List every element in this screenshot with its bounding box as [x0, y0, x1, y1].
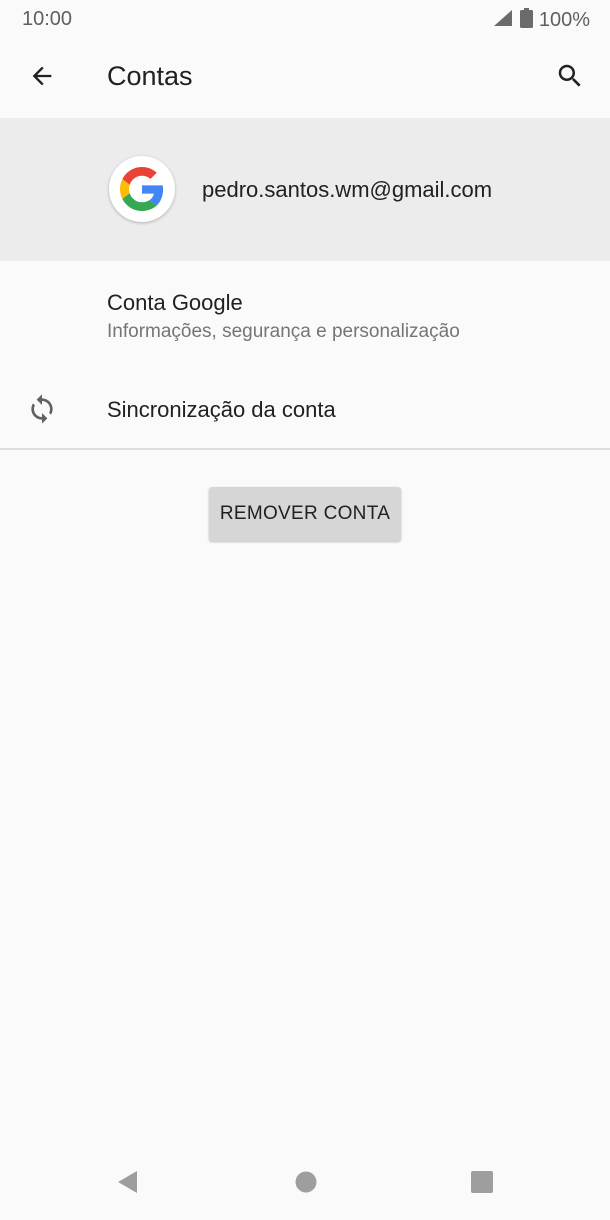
- account-header: pedro.santos.wm@gmail.com: [0, 118, 610, 261]
- battery-icon: [519, 8, 533, 33]
- remove-account-button[interactable]: REMOVER CONTA: [209, 487, 401, 541]
- status-time: 10:00: [22, 8, 73, 30]
- status-bar: 10:00 100%: [0, 0, 610, 40]
- google-logo-icon: [109, 156, 175, 222]
- battery-percentage: 100%: [538, 9, 590, 31]
- list-item-google-account[interactable]: Conta Google Informações, segurança e pe…: [0, 262, 610, 362]
- search-button[interactable]: [546, 54, 594, 102]
- sync-icon: [26, 393, 58, 425]
- navigation-bar: [0, 1148, 610, 1220]
- nav-back-button[interactable]: [104, 1160, 152, 1208]
- divider: [0, 448, 610, 450]
- nav-recents-icon: [470, 1170, 494, 1199]
- arrow-back-icon: [28, 62, 56, 95]
- nav-home-icon: [294, 1170, 318, 1199]
- back-button[interactable]: [18, 54, 66, 102]
- page-title: Contas: [107, 61, 193, 91]
- item-title: Sincronização da conta: [107, 397, 336, 422]
- status-icons: 100%: [492, 8, 590, 33]
- nav-back-icon: [115, 1169, 141, 1200]
- account-email: pedro.santos.wm@gmail.com: [202, 177, 493, 202]
- app-bar: Contas: [0, 40, 610, 118]
- nav-home-button[interactable]: [282, 1160, 330, 1208]
- item-subtitle: Informações, segurança e personalização: [107, 321, 460, 342]
- list-item-account-sync[interactable]: Sincronização da conta: [0, 364, 610, 448]
- nav-recents-button[interactable]: [458, 1160, 506, 1208]
- signal-icon: [492, 9, 514, 32]
- search-icon: [555, 61, 585, 96]
- item-title: Conta Google: [107, 290, 243, 315]
- accounts-screen: 10:00 100% Contas pedro.santos.wm@gmail.…: [0, 0, 610, 1220]
